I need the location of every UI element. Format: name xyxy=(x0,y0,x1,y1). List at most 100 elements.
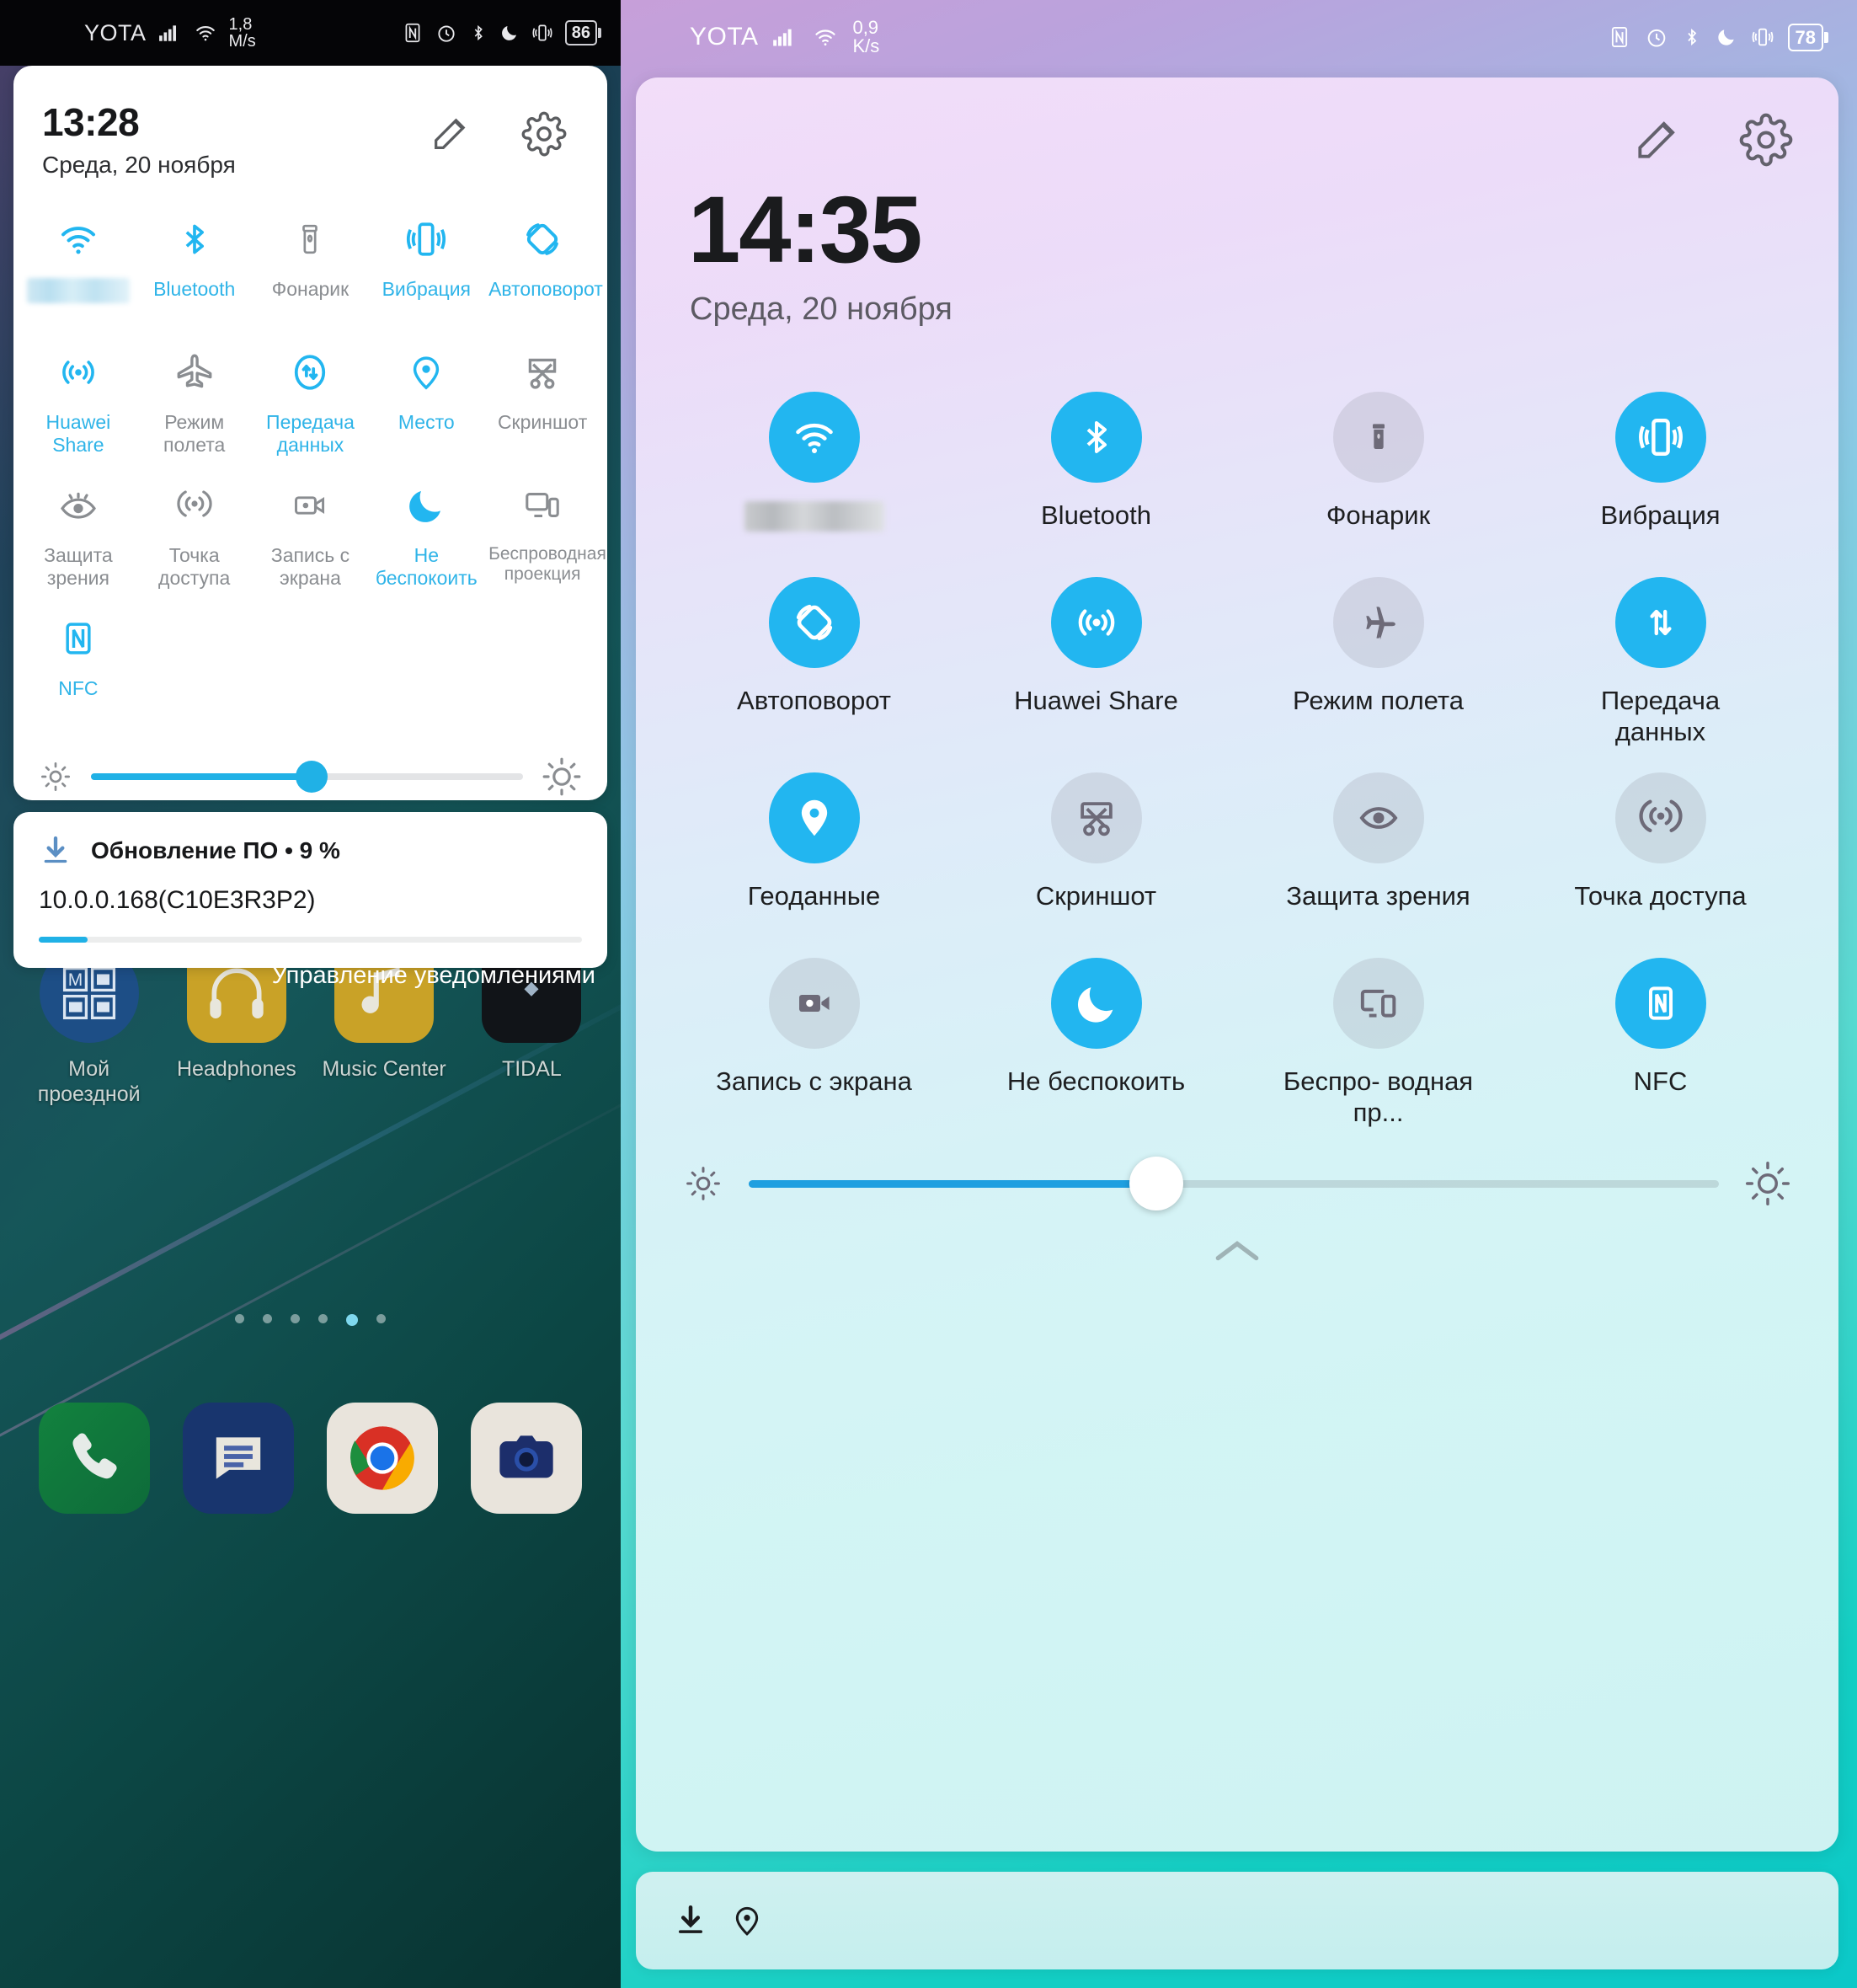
nfc-icon xyxy=(1614,957,1706,1049)
tile-label: Беспроводная проекция xyxy=(488,544,606,585)
tile-airplane-mode[interactable]: Режим полета xyxy=(136,340,253,468)
flashlight-icon xyxy=(1332,391,1424,483)
nfc-icon xyxy=(402,22,424,44)
notification-subtitle: 10.0.0.168(C10E3R3P2) xyxy=(39,886,316,914)
tile-huawei-share[interactable]: Huawei Share xyxy=(20,340,136,468)
gear-icon[interactable] xyxy=(521,111,567,157)
tile-label: Скриншот xyxy=(1035,880,1157,911)
left-quick-settings-panel: 13:28 Среда, 20 ноября Bluetooth Фонарик… xyxy=(13,66,607,842)
tile-vibration[interactable]: Вибрация xyxy=(1519,391,1801,552)
left-status-bar: YOTA 1,8 M/s 86 xyxy=(0,0,621,66)
status-left-group: YOTA 0,9 K/s xyxy=(690,16,880,56)
brightness-slider[interactable] xyxy=(91,761,523,793)
tile-vibration[interactable]: Вибрация xyxy=(368,207,484,335)
status-right-group: 78 xyxy=(1608,23,1829,51)
tile-wireless-projection[interactable]: Беспро- водная пр... xyxy=(1237,957,1519,1128)
tile-eye-comfort[interactable]: Защита зрения xyxy=(1237,772,1519,933)
vibrate-icon xyxy=(531,22,553,44)
status-left-group: YOTA 1,8 M/s xyxy=(84,15,256,50)
camera-app-icon[interactable] xyxy=(471,1403,583,1514)
tile-wifi[interactable] xyxy=(673,391,955,552)
tile-label: Защита зрения xyxy=(1286,880,1470,911)
tile-label: Bluetooth xyxy=(153,278,236,300)
tile-screen-record[interactable]: Запись с экрана xyxy=(253,473,369,601)
download-icon xyxy=(39,834,72,868)
tile-huawei-share[interactable]: Huawei Share xyxy=(955,576,1237,747)
network-speed: 1,8 M/s xyxy=(229,15,256,50)
tile-screenshot[interactable]: Скриншот xyxy=(484,340,600,468)
tile-nfc[interactable]: NFC xyxy=(20,607,136,735)
phone-app-icon[interactable] xyxy=(38,1403,150,1514)
carrier-label: YOTA xyxy=(84,19,147,45)
tile-wireless-projection[interactable]: Беспроводная проекция xyxy=(484,473,606,601)
tile-bluetooth[interactable]: Bluetooth xyxy=(955,391,1237,552)
gear-icon[interactable] xyxy=(1739,113,1793,167)
chrome-app-icon[interactable] xyxy=(327,1403,439,1514)
right-phone-screen: YOTA 0,9 K/s 78 14:35 Среда, 20 ноября B… xyxy=(621,0,1857,1988)
vibrate-icon xyxy=(405,214,447,265)
speed-value: 0,9 xyxy=(852,16,879,38)
tile-mobile-data[interactable]: Передача данных xyxy=(1519,576,1801,747)
clock: 13:28 xyxy=(42,100,140,144)
wifi-icon xyxy=(768,391,860,483)
huawei-share-icon xyxy=(1050,576,1142,668)
tile-nfc[interactable]: NFC xyxy=(1519,957,1801,1128)
tile-location[interactable]: Место xyxy=(368,340,484,468)
page-dot xyxy=(263,1314,272,1323)
tile-bluetooth[interactable]: Bluetooth xyxy=(136,207,253,335)
tile-location[interactable]: Геоданные xyxy=(673,772,955,933)
location-pin-icon xyxy=(768,772,860,863)
tile-label: Режим полета xyxy=(1293,685,1464,715)
tile-airplane-mode[interactable]: Режим полета xyxy=(1237,576,1519,747)
tile-label: Huawei Share xyxy=(45,411,111,456)
left-brightness-row xyxy=(13,735,607,797)
location-pin-icon xyxy=(730,1902,764,1939)
software-update-notification[interactable]: Обновление ПО • 9 % 10.0.0.168(C10E3R3P2… xyxy=(13,812,607,968)
tile-label: Автоповорот xyxy=(488,278,603,300)
pencil-icon[interactable] xyxy=(429,111,472,157)
home-dock xyxy=(0,1403,621,1514)
wireless-projection-icon xyxy=(520,480,565,531)
tile-do-not-disturb[interactable]: Не беспокоить xyxy=(368,473,484,601)
wifi-status-icon xyxy=(192,22,219,44)
nfc-icon xyxy=(60,613,97,664)
airplane-icon xyxy=(173,347,216,398)
tile-label: Место xyxy=(398,411,455,433)
tile-screenshot[interactable]: Скриншот xyxy=(955,772,1237,933)
brightness-knob[interactable] xyxy=(295,761,328,793)
progress-fill xyxy=(39,937,88,943)
date-label: Среда, 20 ноября xyxy=(42,152,236,178)
tile-wifi[interactable] xyxy=(20,207,136,335)
bluetooth-icon xyxy=(1050,391,1142,483)
tile-auto-rotate[interactable]: Автоповорот xyxy=(484,207,603,335)
collapse-shade-button[interactable] xyxy=(636,1207,1838,1266)
tile-label: Передача данных xyxy=(1600,685,1721,746)
tile-do-not-disturb[interactable]: Не беспокоить xyxy=(955,957,1237,1128)
manage-notifications-link[interactable]: Управление уведомлениями xyxy=(0,962,595,990)
brightness-fill xyxy=(91,773,312,780)
tile-eye-comfort[interactable]: Защита зрения xyxy=(20,473,136,601)
brightness-knob[interactable] xyxy=(1129,1157,1183,1211)
pencil-icon[interactable] xyxy=(1631,113,1684,167)
app-label: Headphones xyxy=(176,1057,296,1081)
tile-hotspot[interactable]: Точка доступа xyxy=(1519,772,1801,933)
tile-label: Защита зрения xyxy=(44,544,113,589)
brightness-slider[interactable] xyxy=(749,1157,1719,1211)
bluetooth-icon xyxy=(469,22,488,44)
eye-comfort-icon xyxy=(1332,772,1424,863)
bluetooth-icon xyxy=(176,214,213,265)
tile-flashlight[interactable]: Фонарик xyxy=(253,207,369,335)
speed-unit: K/s xyxy=(852,35,880,56)
tile-label: Фонарик xyxy=(1326,500,1431,530)
tile-flashlight[interactable]: Фонарик xyxy=(1237,391,1519,552)
tile-screen-record[interactable]: Запись с экрана xyxy=(673,957,955,1128)
download-icon xyxy=(673,1903,708,1938)
right-notification-bar[interactable] xyxy=(636,1872,1838,1969)
bluetooth-icon xyxy=(1682,25,1702,49)
mobile-data-icon xyxy=(289,347,331,398)
tile-auto-rotate[interactable]: Автоповорот xyxy=(673,576,955,747)
tile-hotspot[interactable]: Точка доступа xyxy=(136,473,253,601)
hotspot-icon xyxy=(174,480,215,531)
messages-app-icon[interactable] xyxy=(182,1403,294,1514)
tile-mobile-data[interactable]: Передача данных xyxy=(253,340,369,468)
